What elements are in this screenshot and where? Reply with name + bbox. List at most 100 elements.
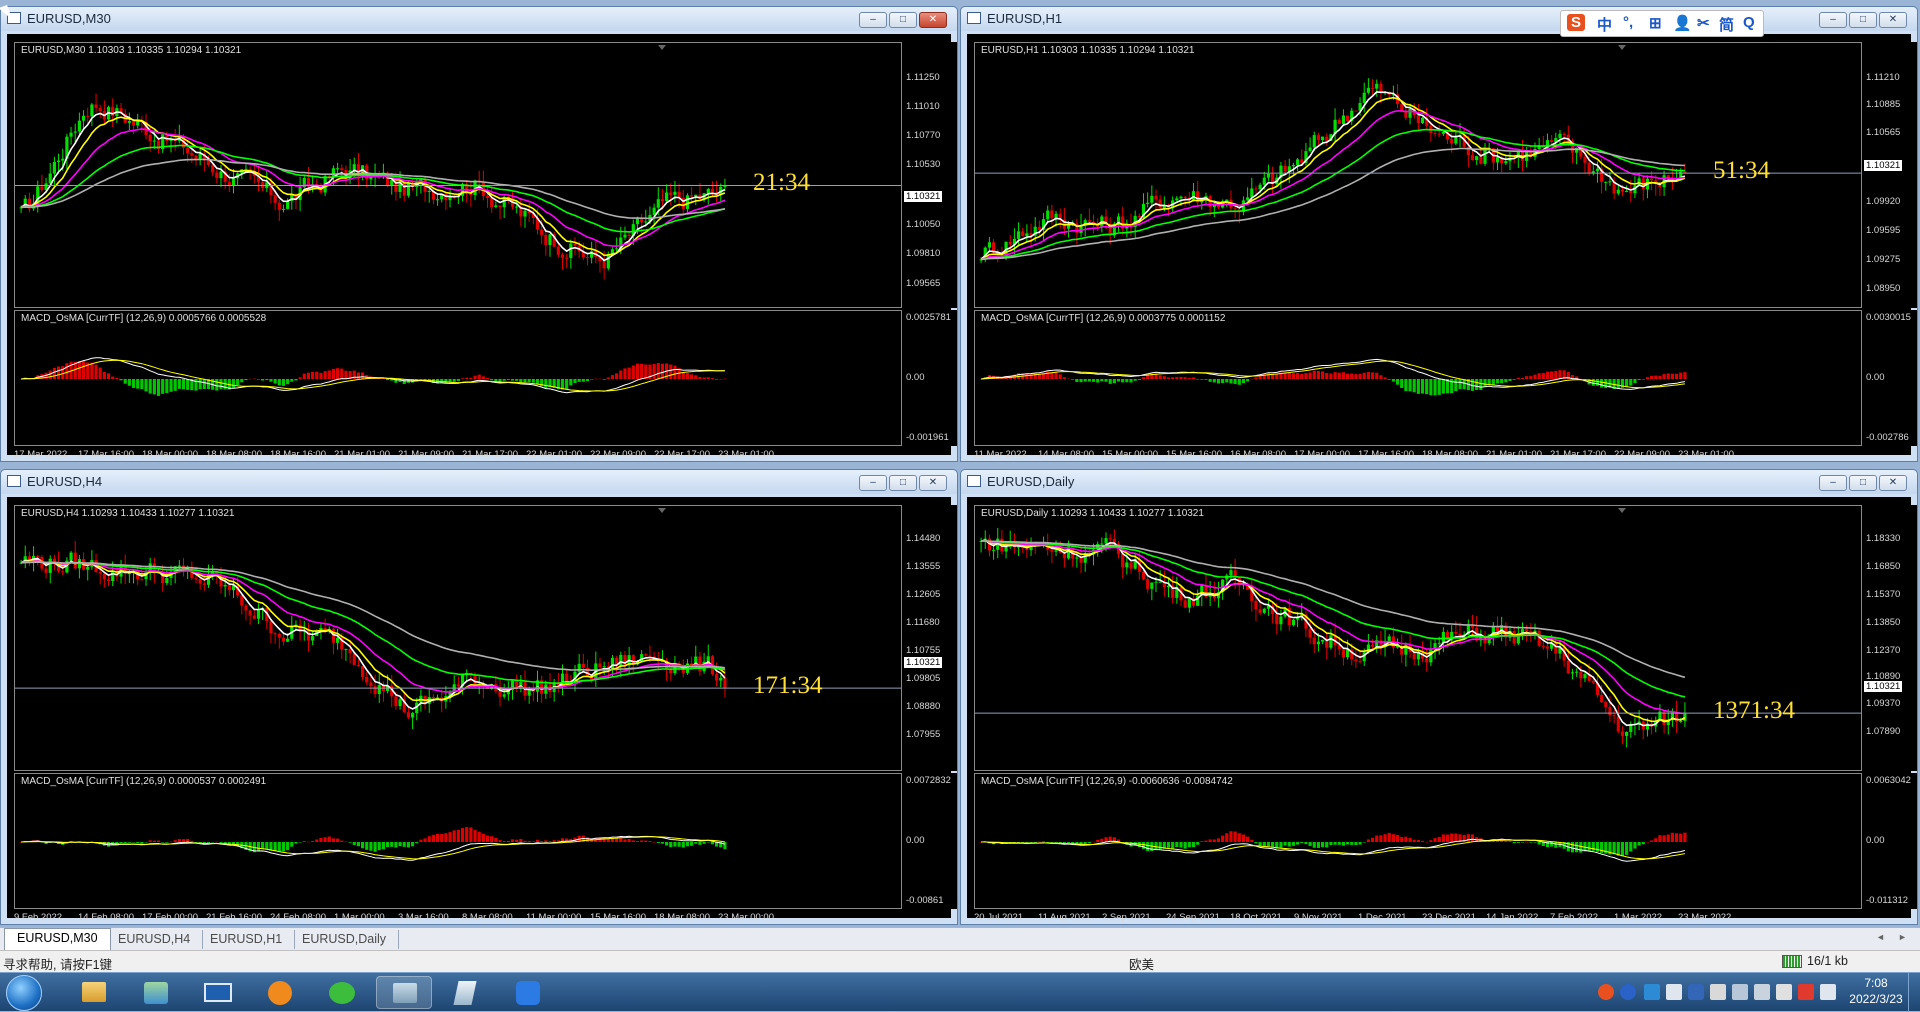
time-axis[interactable]: 20 Jul 2021 11 Aug 2021 2 Sep 2021 24 Sep 2… xyxy=(974,911,1862,925)
close-button[interactable]: ✕ xyxy=(1879,475,1907,491)
taskbar-app-mt4[interactable] xyxy=(376,976,432,1009)
ime-keyboard-icon[interactable]: ⊞ xyxy=(1649,14,1662,32)
macd-scale[interactable]: 0.0030015 0.00 -0.002786 xyxy=(1862,310,1917,446)
ime-user-icon[interactable]: 👤 xyxy=(1673,14,1692,32)
taskbar-app-screen[interactable] xyxy=(190,976,246,1009)
start-button[interactable] xyxy=(6,975,42,1011)
minimize-button[interactable]: – xyxy=(1819,475,1847,491)
osma-bar xyxy=(331,838,336,842)
tab-eurusd-m30[interactable]: EURUSD,M30 xyxy=(4,928,111,950)
candle-body xyxy=(1358,661,1362,663)
window-titlebar[interactable]: EURUSD,H1 – □ ✕ xyxy=(961,7,1917,31)
keyboard-tray-icon[interactable] xyxy=(1732,984,1748,1000)
price-tick-label: 1.10530 xyxy=(906,159,941,170)
osma-bar xyxy=(481,376,485,379)
macd-pane[interactable]: MACD_OsMA [CurrTF] (12,26,9) 0.0005766 0… xyxy=(14,310,902,446)
tab-eurusd-h4[interactable]: EURUSD,H4 xyxy=(106,930,204,949)
close-button[interactable]: ✕ xyxy=(1879,12,1907,28)
sogou-icon[interactable]: S xyxy=(1567,14,1586,31)
price-scale[interactable]: 1.11210 1.10885 1.10565 1.10321 1.09920 1.095… xyxy=(1862,42,1917,308)
security-tray-icon[interactable] xyxy=(1688,984,1704,1000)
candle-body xyxy=(73,131,77,133)
ime-simplified-icon[interactable]: 简 xyxy=(1719,14,1734,35)
time-axis[interactable]: 17 Mar 2022 17 Mar 16:00 18 Mar 00:00 18 Ma… xyxy=(14,448,902,462)
tab-eurusd-daily[interactable]: EURUSD,Daily xyxy=(290,930,400,949)
taskbar-app-wechat[interactable] xyxy=(314,976,370,1009)
price-pane[interactable]: EURUSD,Daily 1.10293 1.10433 1.10277 1.1… xyxy=(974,505,1862,771)
candle-body xyxy=(619,654,623,666)
price-pane[interactable]: EURUSD,H1 1.10303 1.10335 1.10294 1.1032… xyxy=(974,42,1862,308)
volume-tray-icon[interactable] xyxy=(1710,984,1726,1000)
time-axis[interactable]: 9 Feb 2022 14 Feb 08:00 17 Feb 00:00 21 Feb… xyxy=(14,911,902,925)
osma-bar xyxy=(1337,842,1341,845)
osma-bar xyxy=(665,842,669,846)
tab-scroll-right-icon[interactable]: ► xyxy=(1898,932,1907,942)
tab-scroll-left-icon[interactable]: ◄ xyxy=(1876,932,1885,942)
ime-toolbar[interactable]: S 中 °, ⊞ 👤 ✂ 简 Q xyxy=(1560,10,1764,37)
price-pane[interactable]: EURUSD,H4 1.10293 1.10433 1.10277 1.1032… xyxy=(14,505,902,771)
taskbar-app-contacts[interactable] xyxy=(128,976,184,1009)
macd-pane[interactable]: MACD_OsMA [CurrTF] (12,26,9) -0.0060636 … xyxy=(974,773,1862,909)
minimize-button[interactable]: – xyxy=(859,475,887,491)
candle-body xyxy=(248,610,252,616)
chart-window-1: EURUSD,H1 – □ ✕ EURUSD,H1 1.10303 1.10335 1.… xyxy=(960,6,1918,462)
show-desktop-button[interactable] xyxy=(1908,973,1920,1012)
osma-bar xyxy=(627,838,631,842)
ime-punct-icon[interactable]: °, xyxy=(1623,14,1633,31)
sogou-tray-icon[interactable] xyxy=(1598,984,1614,1000)
macd-pane[interactable]: MACD_OsMA [CurrTF] (12,26,9) 0.0003775 0… xyxy=(974,310,1862,446)
macd-pane[interactable]: MACD_OsMA [CurrTF] (12,26,9) 0.0000537 0… xyxy=(14,773,902,909)
power-tray-icon[interactable] xyxy=(1820,984,1836,1000)
speaker-tray-icon[interactable] xyxy=(1776,984,1792,1000)
taskbar-app-notes[interactable] xyxy=(438,976,494,1009)
minimize-button[interactable]: – xyxy=(859,12,887,28)
macd-scale[interactable]: 0.0072832 0.00 -0.00861 xyxy=(902,773,957,909)
price-scale[interactable]: 1.18330 1.16850 1.15370 1.13850 1.12370 1.108… xyxy=(1862,505,1917,771)
osma-bar xyxy=(165,842,169,843)
maximize-button[interactable]: □ xyxy=(889,475,917,491)
osma-bar xyxy=(1575,842,1579,853)
close-button[interactable]: ✕ xyxy=(919,475,947,491)
window-titlebar[interactable]: EURUSD,Daily – □ ✕ xyxy=(961,470,1917,494)
maximize-button[interactable]: □ xyxy=(889,12,917,28)
display-tray-icon[interactable] xyxy=(1754,984,1770,1000)
window-titlebar[interactable]: EURUSD,M30 – □ ✕ xyxy=(1,7,957,31)
osma-bar xyxy=(1525,376,1529,379)
ime-search-icon[interactable]: Q xyxy=(1743,14,1755,31)
candle-body xyxy=(665,192,669,202)
time-axis[interactable]: 11 Mar 2022 14 Mar 08:00 15 Mar 00:00 15 Ma… xyxy=(974,448,1862,462)
taskbar-app-editor[interactable] xyxy=(500,976,556,1009)
osma-bar xyxy=(361,842,365,849)
ime-tools-icon[interactable]: ✂ xyxy=(1697,14,1710,32)
price-scale[interactable]: 1.11250 1.11010 1.10770 1.10530 1.10321 1.100… xyxy=(902,42,957,308)
taskbar-app-orange[interactable] xyxy=(252,976,308,1009)
system-clock[interactable]: 7:08 2022/3/23 xyxy=(1848,975,1904,1007)
osma-bar xyxy=(1645,841,1650,843)
candle-body xyxy=(1562,133,1566,135)
help-tray-icon[interactable] xyxy=(1620,984,1636,1000)
osma-bar xyxy=(1096,379,1100,383)
osma-bar xyxy=(1175,377,1179,379)
network-tray-icon[interactable] xyxy=(1666,984,1682,1000)
window-title: EURUSD,H4 xyxy=(27,474,103,489)
taskbar-app-explorer[interactable] xyxy=(66,976,122,1009)
osma-bar xyxy=(1129,379,1133,383)
window-titlebar[interactable]: EURUSD,H4 – □ ✕ xyxy=(1,470,957,494)
macd-scale[interactable]: 0.0025781 0.00 -0.001961 xyxy=(902,310,957,446)
price-pane[interactable]: EURUSD,M30 1.10303 1.10335 1.10294 1.103… xyxy=(14,42,902,308)
bluetooth-tray-icon[interactable] xyxy=(1644,984,1660,1000)
tab-eurusd-h1[interactable]: EURUSD,H1 xyxy=(198,930,296,949)
price-scale[interactable]: 1.14480 1.13555 1.12605 1.11680 1.10755 1.103… xyxy=(902,505,957,771)
time-tick-label: 11 Aug 2021 xyxy=(1038,912,1091,923)
maximize-button[interactable]: □ xyxy=(1849,475,1877,491)
minimize-button[interactable]: – xyxy=(1819,12,1847,28)
macd-scale[interactable]: 0.0063042 0.00 -0.011312 xyxy=(1862,773,1917,909)
antivirus-tray-icon[interactable] xyxy=(1798,984,1814,1000)
maximize-button[interactable]: □ xyxy=(1849,12,1877,28)
candle-body xyxy=(1046,210,1050,220)
ime-mode-icon[interactable]: 中 xyxy=(1597,14,1612,35)
time-tick-label: 18 Mar 16:00 xyxy=(270,449,326,460)
price-tick-label: 1.08880 xyxy=(906,701,941,712)
close-button[interactable]: ✕ xyxy=(919,12,947,28)
osma-bar xyxy=(1229,831,1233,842)
